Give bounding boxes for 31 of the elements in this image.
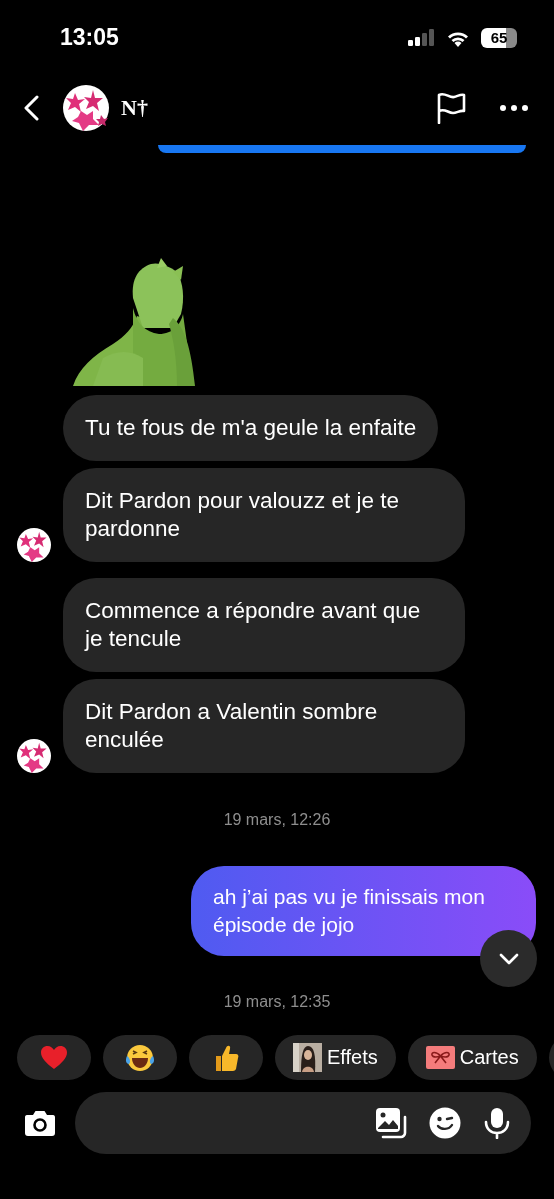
camera-icon[interactable] [24,1109,56,1137]
thumbs-up-icon [213,1043,239,1072]
heart-reaction-button[interactable] [17,1035,91,1080]
effects-label: Effets [327,1046,378,1069]
cards-label: Cartes [459,1046,519,1069]
message-bubble: Dit Pardon pour valouzz et je te pardonne [63,468,465,562]
battery-indicator: 65 [481,27,517,48]
heart-icon [40,1045,68,1070]
flag-icon[interactable] [436,91,466,124]
message-timestamp: 19 mars, 12:35 [222,992,332,1012]
laughing-emoji-icon [125,1043,155,1072]
thumbs-up-reaction-button[interactable] [189,1035,263,1080]
sticker-face-icon[interactable] [429,1107,461,1139]
message-bubble: Commence a répondre avant que je tencule [63,578,465,672]
microphone-icon[interactable] [483,1107,511,1139]
status-time: 13:05 [60,24,119,51]
scroll-down-button[interactable] [480,930,537,987]
cards-button[interactable]: Cartes [407,1035,537,1080]
signal-icon [408,29,435,46]
gift-bow-icon [425,1046,455,1069]
message-bubble: Tu te fous de m'a geule la enfaite [63,395,439,461]
message-bubble: ah j’ai pas vu je finissais mon épisode de jojo [191,866,536,956]
more-icon[interactable] [500,104,528,111]
effects-button[interactable]: Effets [275,1035,396,1080]
contact-name[interactable]: N† [121,94,148,121]
laugh-reaction-button[interactable] [103,1035,177,1080]
back-icon[interactable] [22,94,40,121]
message-bubble: Dit Pardon a Valentin sombre enculée [63,679,465,773]
chevron-down-icon [498,952,519,965]
gallery-icon[interactable] [375,1107,407,1139]
message-timestamp: 19 mars, 12:26 [222,810,332,830]
